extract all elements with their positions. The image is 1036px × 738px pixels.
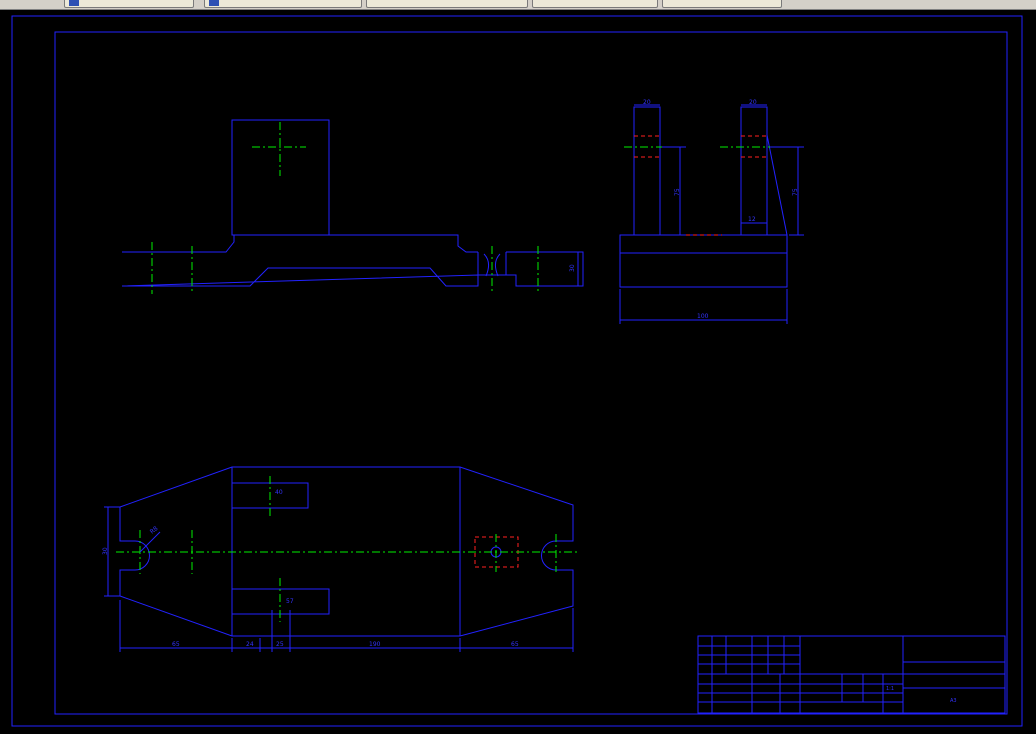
taskbar-tab-4[interactable] [532, 0, 658, 8]
cad-drawing: 30 20 20 75 75 12 100 40 57 R8 30 65 24 … [11, 15, 1023, 727]
title-format: A3 [950, 698, 957, 704]
side-right-height-dim: 75 [792, 188, 799, 196]
plan-bottom-dim-4: 190 [369, 641, 381, 648]
plan-view: 40 57 R8 30 65 24 25 190 65 [102, 466, 578, 652]
window-icon [209, 0, 219, 6]
side-left-height-dim: 75 [674, 188, 681, 196]
side-right-top-dim: 20 [749, 99, 757, 106]
side-base-width-dim: 100 [697, 313, 709, 320]
drawing-border [11, 15, 1023, 727]
taskbar-tab-5[interactable] [662, 0, 782, 8]
drawing-frame [54, 31, 1008, 715]
side-left-top-dim: 20 [643, 99, 651, 106]
taskbar-tab-2[interactable] [204, 0, 362, 8]
plan-slot-top-dim: 40 [275, 489, 283, 496]
plan-bottom-dim-3: 25 [276, 641, 284, 648]
plan-bottom-dim-1: 65 [172, 641, 180, 648]
plan-slot-bottom-dim: 57 [286, 598, 294, 605]
front-height-dim: 30 [569, 264, 576, 272]
taskbar [0, 0, 1036, 10]
plan-left-height-dim: 30 [102, 547, 109, 555]
taskbar-tab-1[interactable] [64, 0, 194, 8]
window-icon [69, 0, 79, 6]
side-small-dim: 12 [748, 216, 756, 223]
drawing-canvas[interactable]: 30 20 20 75 75 12 100 40 57 R8 30 65 24 … [0, 10, 1036, 734]
front-view: 30 [121, 119, 584, 294]
side-view: 20 20 75 75 12 100 [619, 99, 804, 324]
title-scale: 1:1 [886, 686, 894, 692]
plan-bottom-dim-5: 65 [511, 641, 519, 648]
title-block: 1:1 A3 [697, 635, 1006, 714]
taskbar-tab-3[interactable] [366, 0, 528, 8]
plan-bottom-dim-2: 24 [246, 641, 254, 648]
command-line[interactable] [0, 734, 1036, 738]
